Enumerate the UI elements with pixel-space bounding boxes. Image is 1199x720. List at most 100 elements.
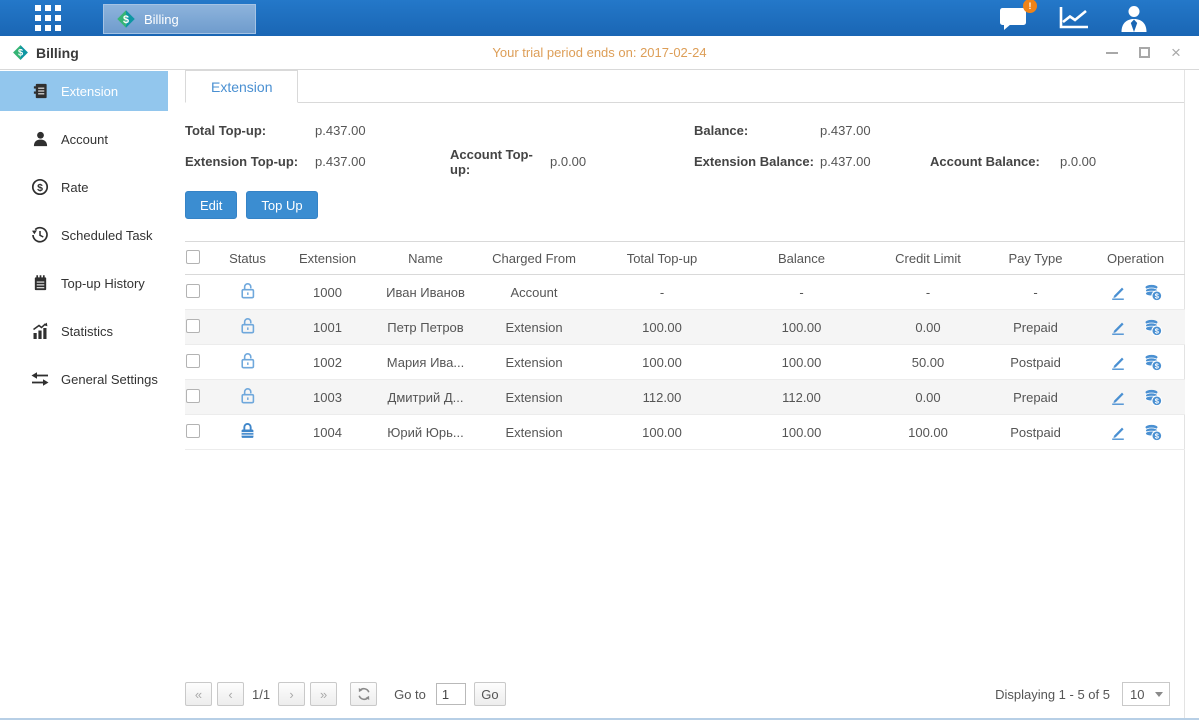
billing-diamond-icon: $	[116, 9, 136, 29]
notepad-icon	[30, 274, 50, 292]
taskbar-tab-label: Billing	[144, 12, 179, 27]
edit-pencil-icon	[1109, 388, 1127, 406]
app-grid-icon[interactable]	[35, 5, 61, 31]
tab-extension[interactable]: Extension	[185, 70, 298, 103]
unlocked-icon	[238, 316, 257, 335]
arrows-swap-icon	[30, 370, 50, 388]
trial-notice: Your trial period ends on: 2017-02-24	[0, 45, 1199, 60]
summary-section: Total Top-up: p.437.00 Balance: p.437.00…	[185, 115, 1170, 177]
edit-extension-button[interactable]	[1109, 388, 1127, 406]
svg-text:$: $	[37, 182, 43, 194]
row-checkbox[interactable]	[186, 319, 200, 333]
last-page-button[interactable]: »	[310, 682, 337, 706]
operation-cell: $	[1086, 345, 1185, 380]
svg-text:$: $	[123, 14, 129, 26]
sidebar-item-label: Extension	[61, 84, 118, 99]
column-header-name: Name	[375, 242, 476, 275]
first-page-button[interactable]: «	[185, 682, 212, 706]
edit-extension-button[interactable]	[1109, 353, 1127, 371]
column-header-charged-from: Charged From	[476, 242, 592, 275]
sidebar-item-general-settings[interactable]: General Settings	[0, 359, 168, 399]
charged-from-cell: Extension	[476, 310, 592, 345]
ledger-icon	[30, 82, 50, 100]
row-checkbox[interactable]	[186, 389, 200, 403]
column-header-credit-limit: Credit Limit	[871, 242, 985, 275]
goto-page-input[interactable]	[436, 683, 466, 705]
status-cell	[215, 345, 280, 380]
reports-chart-icon[interactable]	[1057, 5, 1091, 31]
total-topup-cell: 100.00	[592, 310, 732, 345]
notification-badge: !	[1023, 0, 1037, 13]
sidebar-item-account[interactable]: Account	[0, 119, 168, 159]
summary-value: p.0.00	[1060, 154, 1096, 169]
operation-cell: $	[1086, 310, 1185, 345]
summary-value: p.437.00	[315, 123, 694, 138]
top-up-extension-button[interactable]: $	[1143, 353, 1163, 372]
summary-value: p.437.00	[315, 154, 450, 169]
summary-label: Account Top-up:	[450, 147, 550, 177]
credit-limit-cell: 100.00	[871, 415, 985, 450]
toolbar: Edit Top Up	[185, 191, 1184, 219]
status-cell	[215, 310, 280, 345]
table-row: 1004Юрий Юрь...Extension100.00100.00100.…	[185, 415, 1185, 450]
extension-cell: 1004	[280, 415, 375, 450]
name-cell: Петр Петров	[375, 310, 476, 345]
row-checkbox[interactable]	[186, 284, 200, 298]
edit-extension-button[interactable]	[1109, 423, 1127, 441]
summary-value: p.437.00	[820, 154, 930, 169]
close-button[interactable]: ×	[1169, 46, 1183, 60]
sidebar-item-rate[interactable]: $ Rate	[0, 167, 168, 207]
top-up-extension-button[interactable]: $	[1143, 423, 1163, 442]
table-row: 1002Мария Ива...Extension100.00100.0050.…	[185, 345, 1185, 380]
window-title-group: $ Billing	[12, 44, 79, 61]
sidebar-item-label: Scheduled Task	[61, 228, 153, 243]
table-row: 1000Иван ИвановAccount----$	[185, 275, 1185, 310]
top-up-coins-icon: $	[1143, 318, 1163, 337]
edit-extension-button[interactable]	[1109, 318, 1127, 336]
taskbar-tab-billing[interactable]: $ Billing	[103, 4, 256, 34]
status-cell	[215, 275, 280, 310]
edit-pencil-icon	[1109, 353, 1127, 371]
person-icon	[30, 130, 50, 148]
column-header-pay-type: Pay Type	[985, 242, 1086, 275]
row-checkbox[interactable]	[186, 354, 200, 368]
edit-button[interactable]: Edit	[185, 191, 237, 219]
top-up-extension-button[interactable]: $	[1143, 283, 1163, 302]
top-up-extension-button[interactable]: $	[1143, 318, 1163, 337]
top-navbar: $ Billing !	[0, 0, 1199, 36]
go-button[interactable]: Go	[474, 682, 506, 706]
sidebar-item-topup-history[interactable]: Top-up History	[0, 263, 168, 303]
charged-from-cell: Account	[476, 275, 592, 310]
page-size-select[interactable]: 10	[1122, 682, 1170, 706]
user-account-icon[interactable]	[1119, 5, 1149, 32]
credit-limit-cell: 0.00	[871, 380, 985, 415]
sidebar-item-statistics[interactable]: Statistics	[0, 311, 168, 351]
select-all-checkbox[interactable]	[186, 250, 200, 264]
unlocked-icon	[238, 351, 257, 370]
top-up-coins-icon: $	[1143, 423, 1163, 442]
page-size-value: 10	[1130, 687, 1144, 702]
maximize-button[interactable]	[1137, 46, 1151, 60]
sidebar-item-scheduled-task[interactable]: Scheduled Task	[0, 215, 168, 255]
top-up-coins-icon: $	[1143, 283, 1163, 302]
edit-pencil-icon	[1109, 318, 1127, 336]
refresh-button[interactable]	[350, 682, 377, 706]
extension-cell: 1000	[280, 275, 375, 310]
row-checkbox[interactable]	[186, 424, 200, 438]
sidebar-item-extension[interactable]: Extension	[0, 71, 168, 111]
top-up-button[interactable]: Top Up	[246, 191, 317, 219]
minimize-button[interactable]	[1105, 46, 1119, 60]
column-header-status: Status	[215, 242, 280, 275]
sidebar: Extension Account $ Rate	[0, 70, 168, 718]
next-page-button[interactable]: ›	[278, 682, 305, 706]
prev-page-button[interactable]: ‹	[217, 682, 244, 706]
messages-icon[interactable]: !	[999, 5, 1029, 31]
top-up-coins-icon: $	[1143, 353, 1163, 372]
sidebar-item-label: Account	[61, 132, 108, 147]
table-header-row: Status Extension Name Charged From Total…	[185, 242, 1185, 275]
credit-limit-cell: -	[871, 275, 985, 310]
top-up-extension-button[interactable]: $	[1143, 388, 1163, 407]
summary-label: Extension Balance:	[694, 154, 820, 169]
edit-extension-button[interactable]	[1109, 283, 1127, 301]
sidebar-item-label: Rate	[61, 180, 88, 195]
